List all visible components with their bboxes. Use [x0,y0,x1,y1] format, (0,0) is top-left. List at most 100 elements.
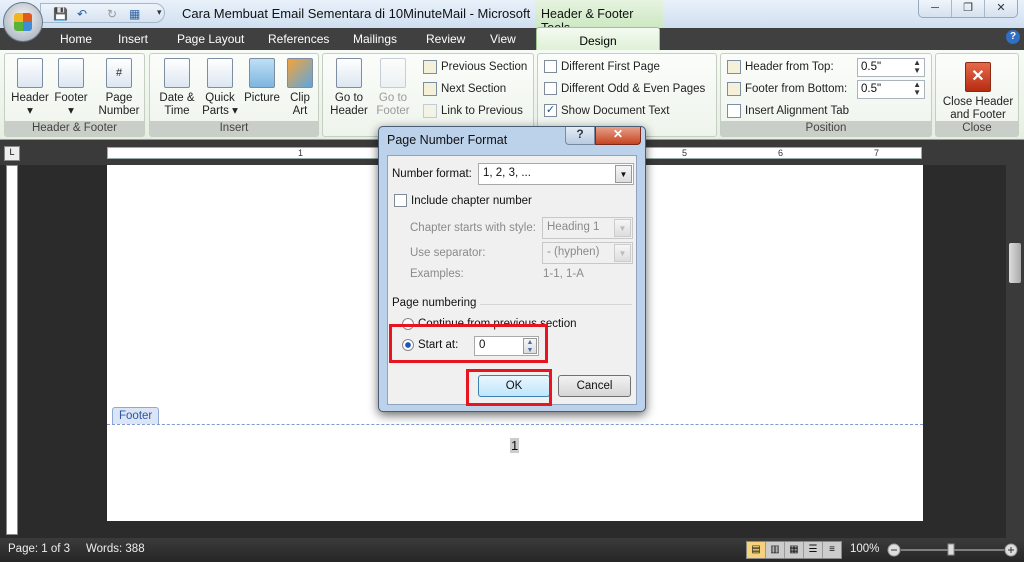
tab-home[interactable]: Home [60,32,92,46]
group-label: Position [721,121,931,136]
footer-icon [58,58,84,88]
quick-parts-button[interactable]: Quick Parts ▾ [200,58,240,118]
minimize-button[interactable]: ─ [919,0,952,17]
go-to-header-button[interactable]: Go to Header [329,58,369,118]
window-title: Cara Membuat Email Sementara di 10Minute… [182,6,545,21]
quick-parts-icon [207,58,233,88]
customize-qat-icon[interactable]: ▾ [157,7,162,18]
spinner-icon[interactable]: ▲ ▼ [913,81,921,97]
tab-mailings[interactable]: Mailings [353,32,397,46]
chevron-down-icon: ▼ [615,165,632,183]
chevron-down-icon: ▼ [614,244,631,262]
tab-review[interactable]: Review [426,32,465,46]
zoom-level[interactable]: 100% [850,543,879,555]
footer-boundary [107,424,923,425]
go-to-header-icon [336,58,362,88]
close-window-button[interactable]: ✕ [985,0,1017,17]
tab-view[interactable]: View [490,32,516,46]
group-insert: Date & Time Quick Parts ▾ Picture Clip A… [149,53,319,137]
help-icon[interactable]: ? [1006,30,1020,44]
print-layout-icon[interactable]: ▤ [747,542,766,558]
go-to-footer-icon [380,58,406,88]
word-count[interactable]: Words: 388 [86,543,145,555]
draft-icon[interactable]: ≡ [823,542,841,558]
clip-art-button[interactable]: Clip Art [284,58,316,118]
redo-icon[interactable]: ↻ [107,7,117,21]
header-button[interactable]: Header ▾ [9,58,51,118]
link-to-previous-button[interactable]: Link to Previous [423,104,523,118]
chapter-style-select[interactable]: Heading 1 ▼ [542,217,633,239]
zoom-slider[interactable] [886,542,1020,558]
checkmark-icon: ✓ [544,104,557,117]
window-controls: ─ ❐ ✕ [918,0,1018,18]
outline-icon[interactable]: ☰ [804,542,823,558]
highlight-start-at [389,324,548,363]
next-section-button[interactable]: Next Section [423,82,506,96]
spinner-icon[interactable]: ▲ ▼ [913,59,921,75]
context-tab-label: Header & Footer Tools [535,0,663,35]
go-to-footer-button[interactable]: Go to Footer [373,58,413,118]
dialog-body: Number format: 1, 2, 3, ... ▼ Include cha… [387,155,637,405]
footer-button[interactable]: Footer ▾ [51,58,91,118]
clip-art-icon [287,58,313,88]
group-header-footer: Header▾ Footer▾ #Page Number ▾ Header & … [4,53,145,137]
previous-section-button[interactable]: Previous Section [423,60,527,74]
different-first-page-checkbox[interactable]: Different First Page [544,60,660,73]
tab-references[interactable]: References [268,32,329,46]
picture-button[interactable]: Picture [242,58,282,105]
dialog-title: Page Number Format [387,133,508,147]
dialog-help-button[interactable]: ? [565,127,595,145]
page-count[interactable]: Page: 1 of 3 [8,543,70,555]
previous-section-icon [423,60,437,74]
footer-from-bottom-input[interactable]: 0.5" ▲ ▼ [857,80,925,99]
view-buttons: ▤ ▥ ▦ ☰ ≡ [746,541,842,559]
group-navigation: Go to Header Go to Footer Previous Secti… [322,53,534,137]
different-odd-even-checkbox[interactable]: Different Odd & Even Pages [544,82,705,95]
web-layout-icon[interactable]: ▦ [785,542,804,558]
print-preview-icon[interactable]: ▦ [129,7,140,21]
scroll-thumb[interactable] [1009,243,1021,283]
save-icon[interactable]: 💾 [53,7,68,21]
cancel-button[interactable]: Cancel [558,375,631,397]
next-section-icon [423,82,437,96]
calendar-icon [164,58,190,88]
separator-select[interactable]: - (hyphen) ▼ [542,242,633,264]
tab-page-layout[interactable]: Page Layout [177,32,244,46]
dialog-close-button[interactable]: ✕ [595,127,641,145]
divider [480,304,632,305]
include-chapter-checkbox[interactable]: Include chapter number [394,194,532,207]
undo-icon[interactable]: ↶ [77,7,87,21]
close-header-footer-button[interactable]: ✕ Close Header and Footer [938,62,1018,122]
date-time-button[interactable]: Date & Time [156,58,198,118]
page-number-field[interactable]: 1 [510,438,520,453]
group-close: ✕ Close Header and Footer Close [935,53,1019,137]
vertical-ruler[interactable] [6,165,18,535]
ribbon-tabs: Home Insert Page Layout References Maili… [0,28,1024,50]
group-position: Header from Top: 0.5" ▲ ▼ Footer from Bott… [720,53,932,137]
tab-selector[interactable]: L [4,146,20,161]
footer-position-icon [727,82,741,96]
chapter-style-label: Chapter starts with style: [410,222,536,234]
status-bar: Page: 1 of 3 Words: 388 100% [0,538,1024,562]
page-number-icon: # [106,58,132,88]
group-label: Insert [150,121,318,136]
insert-alignment-tab-button[interactable]: Insert Alignment Tab [727,104,849,118]
tab-design[interactable]: Design [536,27,660,52]
office-logo-icon [14,13,32,31]
vertical-scrollbar[interactable] [1006,143,1024,538]
number-format-label: Number format: [392,168,472,180]
restore-button[interactable]: ❐ [952,0,985,17]
show-document-text-checkbox[interactable]: ✓ Show Document Text [544,104,669,117]
quick-access-toolbar: 💾 ↶ ↻ ▦ ▾ [40,3,165,23]
tab-insert[interactable]: Insert [118,32,148,46]
chevron-down-icon: ▼ [614,219,631,237]
page-numbering-heading: Page numbering [392,297,477,309]
full-screen-reading-icon[interactable]: ▥ [766,542,785,558]
header-from-top-label: Header from Top: [727,60,834,74]
zoom-thumb[interactable] [947,543,955,556]
header-from-top-input[interactable]: 0.5" ▲ ▼ [857,58,925,77]
examples-value: 1-1, 1-A [543,268,584,280]
link-icon [423,104,437,118]
number-format-select[interactable]: 1, 2, 3, ... ▼ [478,163,634,185]
office-button[interactable] [3,2,43,42]
